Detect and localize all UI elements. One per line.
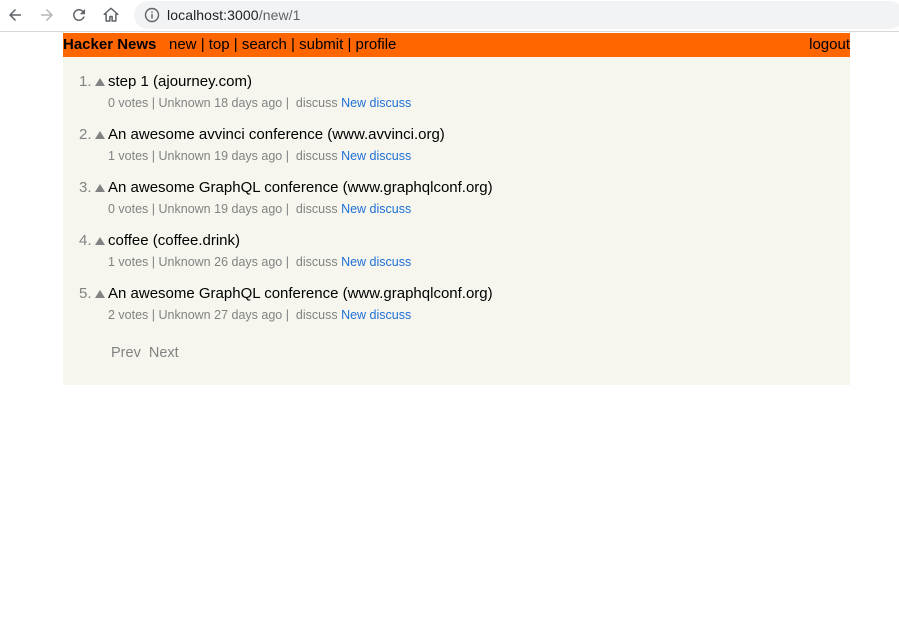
forward-button[interactable] bbox=[35, 3, 59, 27]
item-author[interactable]: Unknown bbox=[159, 255, 211, 269]
browser-toolbar: localhost:3000/new/1 bbox=[0, 0, 899, 32]
next-link[interactable]: Next bbox=[149, 345, 179, 361]
item-votes: 1 votes bbox=[108, 149, 149, 163]
pager: Prev Next bbox=[111, 345, 179, 361]
reload-icon bbox=[72, 8, 85, 21]
item-subtext: 1 votes | Unknown 26 days ago | discuss … bbox=[108, 255, 412, 269]
discuss-link[interactable]: discuss bbox=[296, 202, 338, 216]
list-item: 5. An awesome GraphQL conference (www.gr… bbox=[63, 284, 850, 332]
discuss-link[interactable]: discuss bbox=[296, 308, 338, 322]
item-votes: 0 votes bbox=[108, 96, 149, 110]
item-age: 19 days ago bbox=[214, 202, 283, 216]
item-age: 26 days ago bbox=[214, 255, 283, 269]
prev-link[interactable]: Prev bbox=[111, 345, 141, 361]
reload-button[interactable] bbox=[67, 3, 91, 27]
item-subtext: 0 votes | Unknown 19 days ago | discuss … bbox=[108, 202, 412, 216]
item-title[interactable]: An awesome GraphQL conference (www.graph… bbox=[108, 178, 493, 198]
item-subtext: 2 votes | Unknown 27 days ago | discuss … bbox=[108, 308, 412, 322]
back-button[interactable] bbox=[3, 3, 27, 27]
new-discuss-link[interactable]: New discuss bbox=[341, 96, 411, 110]
new-discuss-link[interactable]: New discuss bbox=[341, 149, 411, 163]
list-item: 4. coffee (coffee.drink) 1 votes | Unkno… bbox=[63, 231, 850, 279]
item-author[interactable]: Unknown bbox=[159, 149, 211, 163]
item-rank: 1. bbox=[79, 73, 92, 90]
new-discuss-link[interactable]: New discuss bbox=[341, 202, 411, 216]
hn-header: Hacker News new | top | search | submit … bbox=[63, 33, 850, 57]
item-title[interactable]: step 1 (ajourney.com) bbox=[108, 72, 252, 92]
item-age: 18 days ago bbox=[214, 96, 283, 110]
item-author[interactable]: Unknown bbox=[159, 202, 211, 216]
url-path: /new/1 bbox=[258, 7, 301, 23]
item-subtext: 1 votes | Unknown 19 days ago | discuss … bbox=[108, 149, 412, 163]
nav-links: new | top | search | submit | profile bbox=[169, 33, 396, 57]
list-item: 3. An awesome GraphQL conference (www.gr… bbox=[63, 178, 850, 226]
nav-submit[interactable]: submit bbox=[299, 36, 343, 53]
hn-page: Hacker News new | top | search | submit … bbox=[63, 33, 850, 385]
nav-top[interactable]: top bbox=[209, 36, 230, 53]
url-host: localhost:3000 bbox=[167, 7, 259, 23]
item-rank: 5. bbox=[79, 285, 92, 302]
list-item: 1. step 1 (ajourney.com) 0 votes | Unkno… bbox=[63, 72, 850, 120]
url-text[interactable]: localhost:3000/new/1 bbox=[167, 7, 301, 23]
new-discuss-link[interactable]: New discuss bbox=[341, 308, 411, 322]
list-item: 2. An awesome avvinci conference (www.av… bbox=[63, 125, 850, 173]
discuss-link[interactable]: discuss bbox=[296, 149, 338, 163]
brand-link[interactable]: Hacker News bbox=[63, 33, 156, 57]
nav-separator: | bbox=[229, 36, 242, 53]
upvote-icon[interactable] bbox=[95, 184, 105, 192]
item-title[interactable]: An awesome GraphQL conference (www.graph… bbox=[108, 284, 493, 304]
arrow-right-icon bbox=[41, 9, 53, 21]
item-votes: 1 votes bbox=[108, 255, 149, 269]
new-discuss-link[interactable]: New discuss bbox=[341, 255, 411, 269]
nav-search[interactable]: search bbox=[242, 36, 287, 53]
discuss-link[interactable]: discuss bbox=[296, 255, 338, 269]
item-author[interactable]: Unknown bbox=[159, 96, 211, 110]
item-subtext: 0 votes | Unknown 18 days ago | discuss … bbox=[108, 96, 412, 110]
nav-new[interactable]: new bbox=[169, 36, 197, 53]
upvote-icon[interactable] bbox=[95, 78, 105, 86]
upvote-icon[interactable] bbox=[95, 290, 105, 298]
item-age: 27 days ago bbox=[214, 308, 283, 322]
nav-separator: | bbox=[343, 36, 356, 53]
upvote-icon[interactable] bbox=[95, 237, 105, 245]
item-votes: 2 votes bbox=[108, 308, 149, 322]
nav-separator: | bbox=[286, 36, 300, 53]
info-icon[interactable] bbox=[144, 7, 160, 23]
nav-profile[interactable]: profile bbox=[356, 36, 397, 53]
item-votes: 0 votes bbox=[108, 202, 149, 216]
home-button[interactable] bbox=[99, 3, 123, 27]
discuss-link[interactable]: discuss bbox=[296, 96, 338, 110]
address-bar[interactable]: localhost:3000/new/1 bbox=[134, 1, 899, 29]
item-rank: 2. bbox=[79, 126, 92, 143]
item-title[interactable]: coffee (coffee.drink) bbox=[108, 231, 240, 251]
item-age: 19 days ago bbox=[214, 149, 283, 163]
item-rank: 3. bbox=[79, 179, 92, 196]
home-icon bbox=[103, 7, 119, 22]
nav-separator: | bbox=[196, 36, 209, 53]
logout-link[interactable]: logout bbox=[809, 33, 850, 57]
arrow-left-icon bbox=[9, 9, 21, 21]
item-rank: 4. bbox=[79, 232, 92, 249]
item-author[interactable]: Unknown bbox=[159, 308, 211, 322]
upvote-icon[interactable] bbox=[95, 131, 105, 139]
item-title[interactable]: An awesome avvinci conference (www.avvin… bbox=[108, 125, 445, 145]
